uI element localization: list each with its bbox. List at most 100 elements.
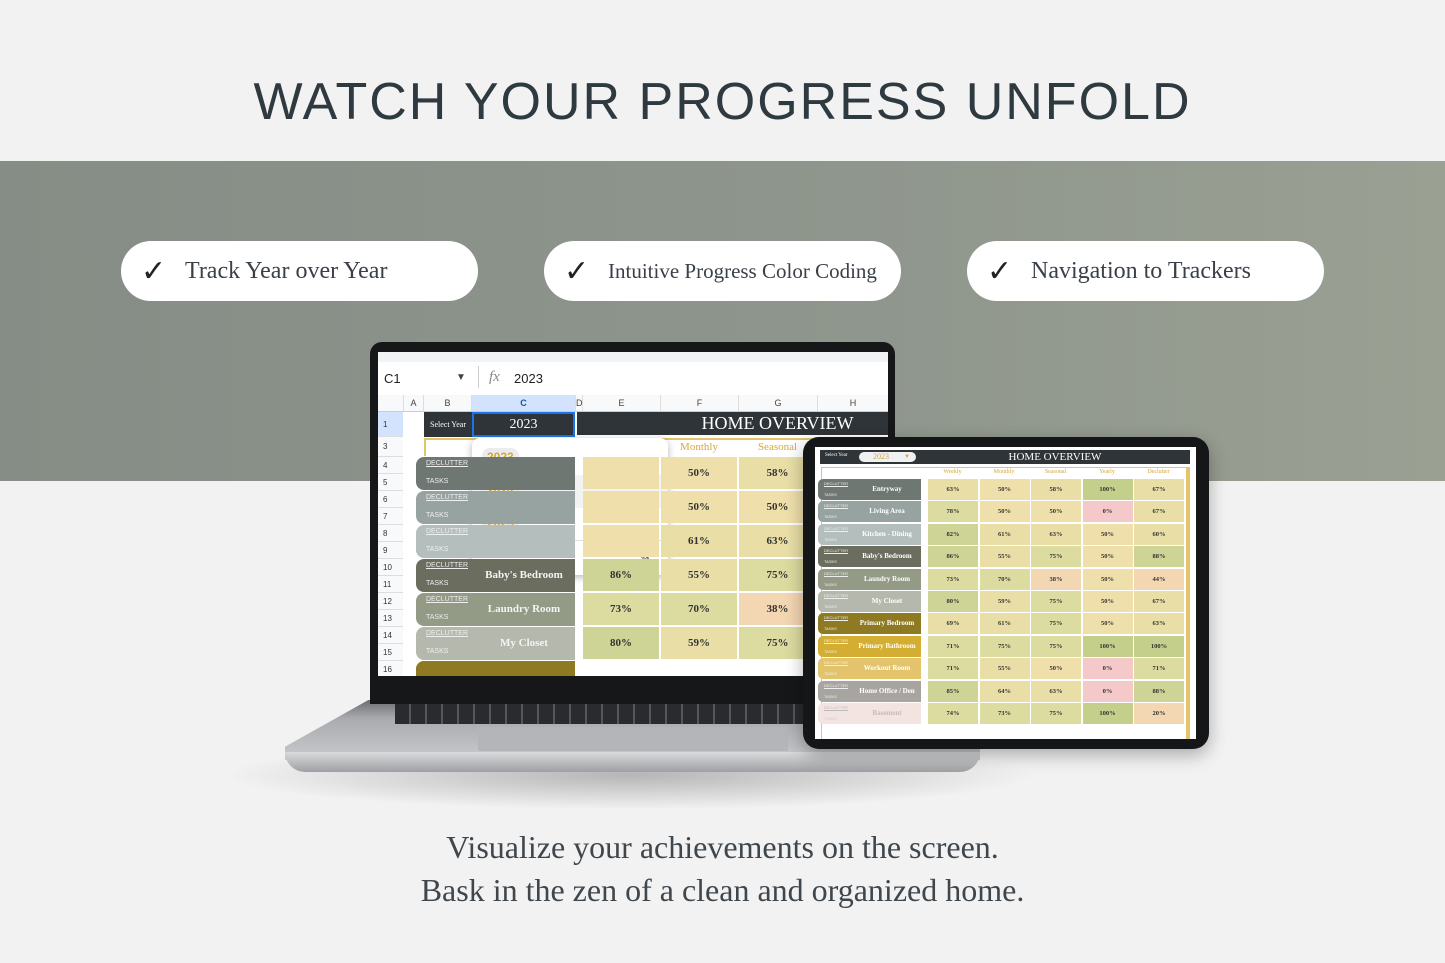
declutter-link[interactable]: DECLUTTER bbox=[824, 593, 848, 598]
tasks-link[interactable]: TASKS bbox=[426, 478, 448, 485]
percent-cell: 44% bbox=[1134, 568, 1184, 590]
declutter-link[interactable]: DECLUTTER bbox=[426, 460, 468, 467]
declutter-link[interactable]: DECLUTTER bbox=[426, 562, 468, 569]
declutter-link[interactable]: DECLUTTER bbox=[426, 528, 468, 535]
column-header-c[interactable]: C bbox=[471, 395, 575, 412]
percent-cell: 50% bbox=[661, 491, 737, 523]
row-header-15[interactable]: 15 bbox=[378, 644, 403, 661]
tasks-link[interactable]: TASKS bbox=[426, 614, 448, 621]
room-name[interactable]: Baby's Bedroom bbox=[473, 569, 575, 581]
column-header-d[interactable]: D bbox=[575, 395, 583, 412]
declutter-link[interactable]: DECLUTTER bbox=[824, 503, 848, 508]
percent-cell: 63% bbox=[928, 479, 978, 500]
row-header-14[interactable]: 14 bbox=[378, 627, 403, 644]
room-name[interactable]: Primary Bedroom bbox=[853, 619, 921, 627]
percent-cell: 100% bbox=[1134, 635, 1184, 657]
year-select-cell[interactable]: 2023 bbox=[472, 412, 575, 437]
select-all-corner[interactable] bbox=[378, 395, 403, 412]
tasks-link[interactable]: TASKS bbox=[426, 546, 448, 553]
tasks-link[interactable]: TASKS bbox=[824, 492, 837, 497]
room-name[interactable]: Entryway bbox=[853, 485, 921, 493]
percent-cell: 20% bbox=[1134, 703, 1184, 724]
declutter-link[interactable]: DECLUTTER bbox=[824, 705, 848, 710]
percent-cell: 82% bbox=[928, 523, 978, 545]
percent-cell: 73% bbox=[979, 703, 1030, 724]
tasks-link[interactable]: TASKS bbox=[426, 580, 448, 587]
room-name[interactable]: Home Office / Den bbox=[853, 687, 921, 695]
tasks-link[interactable]: TASKS bbox=[824, 559, 837, 564]
tasks-link[interactable]: TASKS bbox=[824, 694, 837, 699]
row-header-13[interactable]: 13 bbox=[378, 610, 403, 627]
room-name[interactable]: My Closet bbox=[473, 637, 575, 649]
percent-cell: 75% bbox=[979, 635, 1030, 657]
declutter-link[interactable]: DECLUTTER bbox=[824, 615, 848, 620]
tasks-link[interactable]: TASKS bbox=[426, 512, 448, 519]
percent-cell: 73% bbox=[928, 568, 978, 590]
tagline-line: Visualize your achievements on the scree… bbox=[446, 829, 999, 865]
row-header-6[interactable]: 6 bbox=[378, 491, 403, 508]
headline: WATCH YOUR PROGRESS UNFOLD bbox=[253, 73, 1192, 131]
tasks-link[interactable]: TASKS bbox=[824, 716, 837, 721]
percent-cell: 61% bbox=[979, 523, 1030, 545]
room-name[interactable]: Laundry Room bbox=[473, 603, 575, 615]
tasks-link[interactable]: TASKS bbox=[824, 626, 837, 631]
percent-cell: 50% bbox=[1031, 658, 1081, 680]
row-header-4[interactable]: 4 bbox=[378, 457, 403, 474]
row-header-3[interactable]: 3 bbox=[378, 437, 403, 457]
room-block[interactable] bbox=[416, 661, 575, 676]
declutter-link[interactable]: DECLUTTER bbox=[824, 638, 848, 643]
declutter-link[interactable]: DECLUTTER bbox=[824, 660, 848, 665]
row-header-1[interactable]: 1 bbox=[378, 412, 403, 437]
room-name[interactable]: Kitchen - Dining bbox=[853, 530, 921, 538]
checkmark-icon: ✓ bbox=[987, 253, 1013, 289]
percent-cell: 71% bbox=[1134, 658, 1184, 680]
declutter-link[interactable]: DECLUTTER bbox=[426, 494, 468, 501]
tasks-link[interactable]: TASKS bbox=[824, 582, 837, 587]
name-box-dropdown-icon[interactable]: ▼ bbox=[456, 372, 466, 383]
column-header-g[interactable]: G bbox=[738, 395, 817, 412]
row-header-8[interactable]: 8 bbox=[378, 525, 403, 542]
tagline: Visualize your achievements on the scree… bbox=[0, 826, 1445, 912]
name-box[interactable]: C1 bbox=[384, 371, 401, 386]
tasks-link[interactable]: TASKS bbox=[426, 648, 448, 655]
room-name[interactable]: Living Area bbox=[853, 507, 921, 515]
room-name[interactable]: Basement bbox=[853, 709, 921, 717]
declutter-link[interactable]: DECLUTTER bbox=[426, 630, 468, 637]
percent-cell bbox=[583, 491, 659, 523]
row-header-12[interactable]: 12 bbox=[378, 593, 403, 610]
row-header-16[interactable]: 16 bbox=[378, 661, 403, 676]
column-header-e[interactable]: E bbox=[582, 395, 660, 412]
column-header-h[interactable]: H bbox=[817, 395, 888, 412]
percent-cell: 86% bbox=[583, 559, 659, 591]
column-header-a[interactable]: A bbox=[403, 395, 423, 412]
declutter-link[interactable]: DECLUTTER bbox=[824, 526, 848, 531]
room-name[interactable]: Baby's Bedroom bbox=[853, 552, 921, 560]
row-header-10[interactable]: 10 bbox=[378, 559, 403, 576]
row-header-5[interactable]: 5 bbox=[378, 474, 403, 491]
percent-cell: 63% bbox=[1134, 613, 1184, 635]
room-name[interactable]: Primary Bathroom bbox=[853, 642, 921, 650]
row-header-11[interactable]: 11 bbox=[378, 576, 403, 593]
tasks-link[interactable]: TASKS bbox=[824, 537, 837, 542]
column-header-weekly: Weekly bbox=[943, 469, 962, 475]
declutter-link[interactable]: DECLUTTER bbox=[824, 571, 848, 576]
declutter-link[interactable]: DECLUTTER bbox=[824, 548, 848, 553]
column-header-b[interactable]: B bbox=[423, 395, 471, 412]
declutter-link[interactable]: DECLUTTER bbox=[426, 596, 468, 603]
declutter-link[interactable]: DECLUTTER bbox=[824, 481, 848, 486]
tasks-link[interactable]: TASKS bbox=[824, 649, 837, 654]
column-header-f[interactable]: F bbox=[660, 395, 738, 412]
tasks-link[interactable]: TASKS bbox=[824, 604, 837, 609]
room-name[interactable]: My Closet bbox=[853, 597, 921, 605]
percent-cell: 75% bbox=[1031, 635, 1081, 657]
year-select[interactable]: 2023 ▼ bbox=[859, 452, 916, 462]
row-header-9[interactable]: 9 bbox=[378, 542, 403, 559]
declutter-link[interactable]: DECLUTTER bbox=[824, 683, 848, 688]
room-name[interactable]: Laundry Room bbox=[853, 575, 921, 583]
room-name[interactable]: Workout Room bbox=[853, 664, 921, 672]
tasks-link[interactable]: TASKS bbox=[824, 514, 837, 519]
frame-right bbox=[1186, 467, 1190, 739]
formula-input[interactable]: 2023 bbox=[514, 371, 543, 386]
tasks-link[interactable]: TASKS bbox=[824, 671, 837, 676]
row-header-7[interactable]: 7 bbox=[378, 508, 403, 525]
